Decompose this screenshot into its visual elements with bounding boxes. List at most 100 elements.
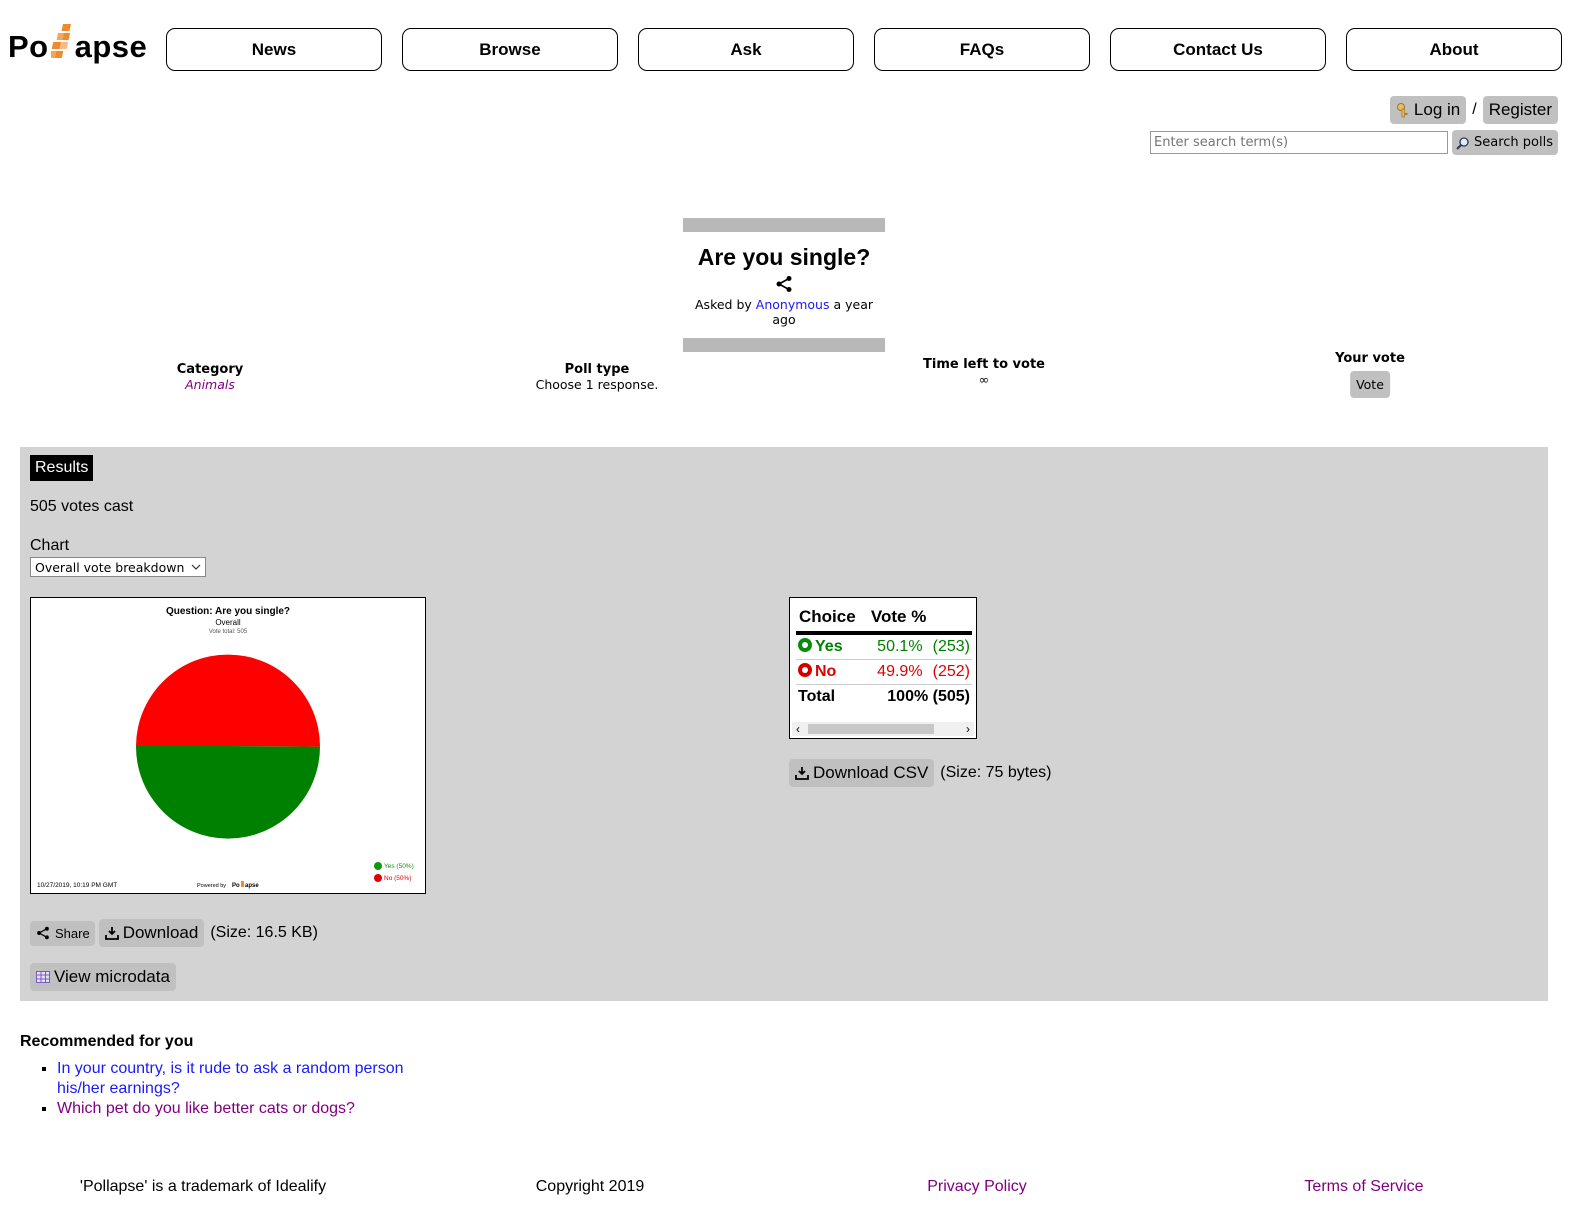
scroll-right-icon[interactable]: › <box>966 722 970 736</box>
vote-button[interactable]: Vote <box>1350 371 1390 398</box>
author-link[interactable]: Anonymous <box>756 297 830 312</box>
legend-label-yes: Yes (50%) <box>384 863 414 870</box>
table-scrollbar[interactable]: ‹ › <box>792 722 974 736</box>
terms-of-service-link[interactable]: Terms of Service <box>1304 1178 1423 1195</box>
legend-marker-no <box>374 874 382 882</box>
nav-about[interactable]: About <box>1346 28 1562 71</box>
your-vote-label: Your vote <box>1335 351 1405 366</box>
question-bar-top <box>683 218 885 232</box>
pct-yes: 50.1% <box>867 633 925 660</box>
question-title: Are you single? <box>697 244 871 270</box>
recommended-title: Recommended for you <box>20 1033 194 1050</box>
download-label: Download <box>122 923 199 942</box>
scroll-left-icon[interactable]: ‹ <box>796 722 800 736</box>
poll-meta: Category Animals Poll type Choose 1 resp… <box>0 350 1583 410</box>
results-panel: Results 505 votes cast Chart Overall vot… <box>20 447 1548 1001</box>
search-input[interactable] <box>1150 131 1448 154</box>
meta-poll-type: Poll type Choose 1 response. <box>536 362 659 392</box>
legend-marker-yes <box>374 862 382 870</box>
chart-select-value: Overall vote breakdown <box>35 559 185 575</box>
results-tab: Results <box>30 455 94 481</box>
share-icon[interactable] <box>775 275 793 293</box>
download-icon <box>795 767 809 780</box>
chart-image: Question: Are you single? Overall Vote t… <box>30 597 426 894</box>
votes-cast: 505 votes cast <box>30 498 134 515</box>
question-header: Are you single? Asked by Anonymous a yea… <box>683 218 885 352</box>
download-icon <box>104 927 119 940</box>
chart-title: Question: Are you single? <box>166 606 290 617</box>
meta-category: Category Animals <box>177 362 243 392</box>
view-microdata-label: View microdata <box>54 967 170 986</box>
register-label: Register <box>1488 100 1552 119</box>
register-button[interactable]: Register <box>1482 96 1558 124</box>
list-item: In your country, is it rude to ask a ran… <box>57 1059 440 1099</box>
site-logo[interactable]: Po apse <box>8 24 147 70</box>
time-left-value: ∞ <box>978 372 990 387</box>
chart-brand-left: Po <box>232 883 240 889</box>
footer: 'Pollapse' is a trademark of Idealify Co… <box>0 1178 1583 1198</box>
logo-text-left: Po <box>8 29 49 64</box>
legend-label-no: No (50%) <box>384 875 411 882</box>
question-share[interactable] <box>683 275 885 293</box>
chart-brand-right: apse <box>245 883 259 889</box>
nav-faqs[interactable]: FAQs <box>874 28 1090 71</box>
view-microdata-button[interactable]: View microdata <box>30 963 176 991</box>
nav-ask[interactable]: Ask <box>638 28 854 71</box>
login-label: Log in <box>1413 100 1461 119</box>
category-link[interactable]: Animals <box>177 377 243 392</box>
meta-time-left: Time left to vote ∞ <box>923 357 1045 387</box>
total-label: Total <box>798 688 836 705</box>
choice-yes-label: Yes <box>815 638 843 655</box>
footer-trademark: 'Pollapse' is a trademark of Idealify <box>79 1178 327 1195</box>
table-icon <box>36 971 50 983</box>
recommended-link-1[interactable]: In your country, is it rude to ask a ran… <box>57 1060 404 1097</box>
chart-brand-mark <box>241 881 244 887</box>
key-icon <box>1396 103 1408 118</box>
recommended-list: In your country, is it rude to ask a ran… <box>20 1059 440 1119</box>
table-header-choice: Choice <box>796 605 868 635</box>
choice-no-label: No <box>815 663 837 680</box>
chart-select[interactable]: Overall vote breakdown <box>30 557 206 577</box>
nav-browse[interactable]: Browse <box>402 28 618 71</box>
count-no: (252) <box>924 659 972 685</box>
search-bar: Search polls <box>1150 130 1558 155</box>
main-nav: News Browse Ask FAQs Contact Us About <box>166 28 1562 71</box>
auth-links: Log in / Register <box>1389 96 1558 124</box>
privacy-policy-link[interactable]: Privacy Policy <box>927 1178 1027 1195</box>
microdata-row: View microdata <box>30 963 176 991</box>
auth-separator: / <box>1472 101 1477 118</box>
total-value: 100% (505) <box>887 688 970 705</box>
recommended-link-2[interactable]: Which pet do you like better cats or dog… <box>57 1100 355 1117</box>
chart-label: Chart <box>30 537 70 554</box>
choice-yes: Yes <box>796 633 868 660</box>
magnifier-icon <box>1456 136 1469 150</box>
table-header-vote-pct: Vote % <box>867 605 972 635</box>
table-row: Yes 50.1% (253) <box>796 633 972 660</box>
share-label: Share <box>55 925 90 941</box>
share-icon <box>37 926 49 940</box>
meta-your-vote: Your vote Vote <box>1335 351 1405 398</box>
search-polls-button[interactable]: Search polls <box>1452 130 1558 155</box>
download-csv-button[interactable]: Download CSV <box>789 759 935 787</box>
table-row: No 49.9% (252) <box>796 659 972 685</box>
question-asked-by: Asked by Anonymous a year ago <box>683 297 885 327</box>
scrollbar-thumb[interactable] <box>808 724 934 734</box>
nav-contact-us[interactable]: Contact Us <box>1110 28 1326 71</box>
thumbs-up-icon <box>798 638 812 652</box>
list-item: Which pet do you like better cats or dog… <box>57 1099 440 1119</box>
download-button[interactable]: Download <box>98 919 205 947</box>
logo-grid-icon <box>50 24 71 58</box>
asked-prefix: Asked by <box>695 297 752 312</box>
login-button[interactable]: Log in <box>1389 96 1467 124</box>
choice-no: No <box>796 659 868 685</box>
nav-news[interactable]: News <box>166 28 382 71</box>
pie-chart: Question: Are you single? Overall Vote t… <box>37 606 414 889</box>
download-csv-label: Download CSV <box>813 763 929 782</box>
pct-no: 49.9% <box>867 659 925 685</box>
thumbs-down-icon <box>798 663 812 677</box>
logo-text-right: apse <box>74 29 148 64</box>
count-yes: (253) <box>924 633 972 660</box>
results-table: Choice Vote % Yes 50.1% (253) No 49.9% (… <box>789 597 977 739</box>
category-label: Category <box>176 362 244 377</box>
share-button[interactable]: Share <box>30 920 95 946</box>
